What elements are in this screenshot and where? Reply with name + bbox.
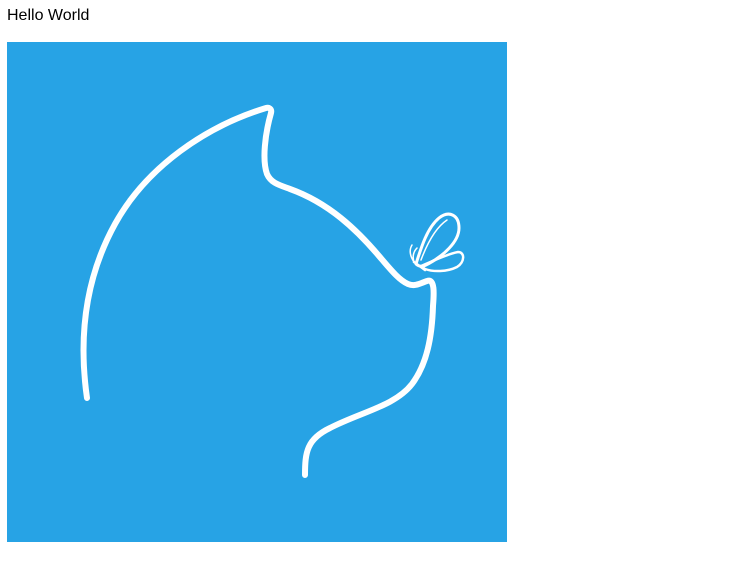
cat-butterfly-image: [7, 42, 507, 542]
page-heading: Hello World: [7, 7, 90, 24]
